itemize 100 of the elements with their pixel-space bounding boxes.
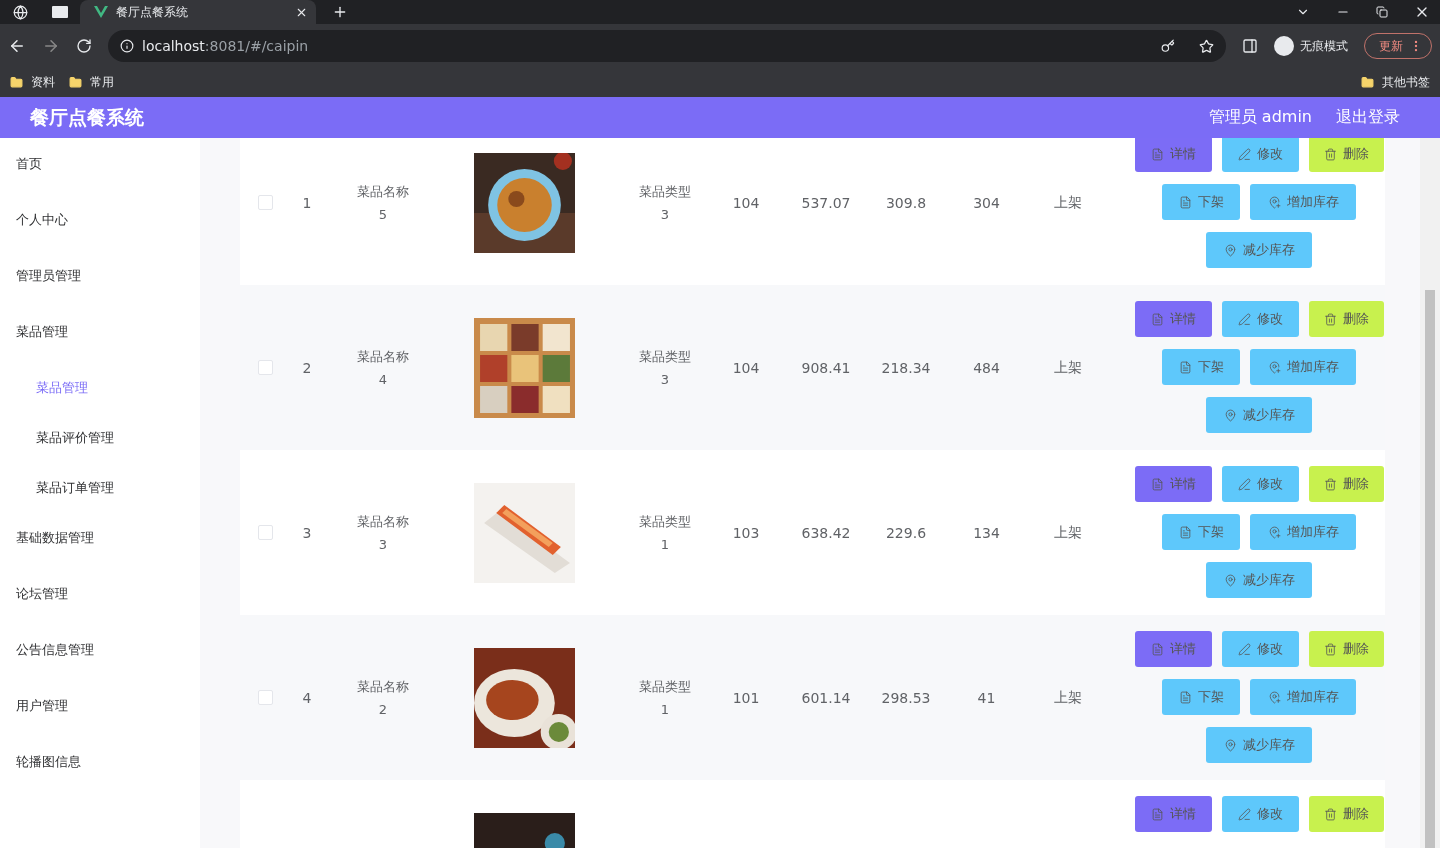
document-icon xyxy=(1150,477,1164,491)
edit-button[interactable]: 修改 xyxy=(1221,466,1299,502)
pencil-icon xyxy=(1237,642,1251,656)
bookmark[interactable]: 资料 xyxy=(10,74,55,91)
menu-item[interactable]: 菜品管理 xyxy=(0,324,200,380)
folder-icon xyxy=(10,76,23,89)
submenu-item[interactable]: 菜品订单管理 xyxy=(0,480,200,530)
table-cell-text: 309.8 xyxy=(884,194,928,211)
pin-plus-icon xyxy=(1267,195,1281,209)
pin-icon xyxy=(1223,243,1237,257)
table-cell-text: 484 xyxy=(972,359,1001,376)
bookmark[interactable]: 常用 xyxy=(69,74,114,91)
dish-type-value: 3 xyxy=(660,207,670,222)
edit-button[interactable]: 修改 xyxy=(1221,301,1299,337)
delete-button[interactable]: 删除 xyxy=(1308,301,1384,337)
table-cell-text: 601.14 xyxy=(800,689,852,706)
scrollbar[interactable] xyxy=(1420,138,1440,848)
dish-name-value: 5 xyxy=(378,207,388,222)
menu-item[interactable]: 管理员管理 xyxy=(0,268,200,324)
delete-button[interactable]: 删除 xyxy=(1308,466,1384,502)
table-cell-text: 304 xyxy=(972,194,1001,211)
row-checkbox[interactable] xyxy=(257,360,273,375)
star-icon[interactable] xyxy=(1199,38,1214,54)
add-stock-button[interactable]: 增加库存 xyxy=(1250,679,1356,715)
pencil-icon xyxy=(1237,807,1251,821)
add-stock-button[interactable]: 增加库存 xyxy=(1250,349,1356,385)
dish-type-label: 菜品类型 xyxy=(639,513,691,531)
table-cell-text: 908.41 xyxy=(800,359,852,376)
trash-icon xyxy=(1323,312,1337,326)
table-cell-text: 134 xyxy=(972,524,1001,541)
edit-button[interactable]: 修改 xyxy=(1221,796,1299,832)
side-panel-icon[interactable] xyxy=(1242,38,1258,54)
reduce-stock-button[interactable]: 减少库存 xyxy=(1206,727,1312,763)
add-stock-button[interactable]: 增加库存 xyxy=(1250,514,1356,550)
dish-name-label: 菜品名称 xyxy=(357,183,409,201)
menu-item[interactable]: 论坛管理 xyxy=(0,586,200,642)
dish-type-label: 菜品类型 xyxy=(639,183,691,201)
forward-icon[interactable] xyxy=(42,37,60,55)
delete-button[interactable]: 删除 xyxy=(1308,138,1384,172)
browser-tab[interactable]: 餐厅点餐系统 xyxy=(80,0,316,24)
pin-icon xyxy=(1223,573,1237,587)
dish-name-value: 3 xyxy=(378,537,388,552)
address-field[interactable]: localhost:8081/#/caipin xyxy=(108,30,1226,62)
shelf-button[interactable]: 下架 xyxy=(1162,679,1240,715)
shelf-button[interactable]: 下架 xyxy=(1162,349,1240,385)
reduce-stock-button[interactable]: 减少库存 xyxy=(1206,562,1312,598)
shelf-button[interactable]: 下架 xyxy=(1162,184,1240,220)
logout-link[interactable]: 退出登录 xyxy=(1336,107,1400,128)
globe-icon[interactable] xyxy=(12,4,28,20)
reduce-stock-button[interactable]: 减少库存 xyxy=(1206,397,1312,433)
submenu-item[interactable]: 菜品评价管理 xyxy=(0,430,200,480)
pin-plus-icon xyxy=(1267,525,1281,539)
info-icon[interactable] xyxy=(120,39,134,53)
menu-item[interactable]: 用户管理 xyxy=(0,698,200,754)
document-icon xyxy=(1150,807,1164,821)
trash-icon xyxy=(1323,147,1337,161)
delete-button[interactable]: 删除 xyxy=(1308,631,1384,667)
menu-item[interactable]: 个人中心 xyxy=(0,212,200,268)
pencil-icon xyxy=(1237,312,1251,326)
reduce-stock-button[interactable]: 减少库存 xyxy=(1206,232,1312,268)
reload-icon[interactable] xyxy=(76,38,92,54)
bookmark[interactable]: 其他书签 xyxy=(1361,74,1430,91)
table-cell-text: 2 xyxy=(301,359,313,376)
submenu-item[interactable]: 菜品管理 xyxy=(0,380,200,430)
user-name: 管理员 admin xyxy=(1208,107,1312,128)
edit-button[interactable]: 修改 xyxy=(1221,631,1299,667)
menu-item[interactable]: 公告信息管理 xyxy=(0,642,200,698)
folder-icon xyxy=(1361,76,1374,89)
table-cell-text: 103 xyxy=(731,524,761,541)
table-cell-text: 3 xyxy=(301,524,313,541)
dish-type-value: 3 xyxy=(660,372,670,387)
incognito-label: 无痕模式 xyxy=(1300,37,1348,55)
menu-item[interactable]: 轮播图信息 xyxy=(0,754,200,810)
table-cell-text: 229.6 xyxy=(884,524,928,541)
add-stock-button[interactable]: 增加库存 xyxy=(1250,184,1356,220)
dish-name-label: 菜品名称 xyxy=(357,348,409,366)
dish-name-value: 2 xyxy=(378,702,388,717)
menu-item[interactable]: 首页 xyxy=(0,156,200,212)
table-cell-text: 101 xyxy=(731,689,761,706)
restore-icon[interactable] xyxy=(1376,6,1388,18)
row-checkbox[interactable] xyxy=(257,690,273,705)
folder-icon xyxy=(69,76,82,89)
row-checkbox[interactable] xyxy=(257,195,273,210)
document-icon xyxy=(1150,642,1164,656)
menu-item[interactable]: 基础数据管理 xyxy=(0,530,200,586)
key-icon[interactable] xyxy=(1161,39,1175,53)
dish-name-label: 菜品名称 xyxy=(357,513,409,531)
shelf-button[interactable]: 下架 xyxy=(1162,514,1240,550)
trash-icon xyxy=(1323,807,1337,821)
row-checkbox[interactable] xyxy=(257,525,273,540)
new-tab-icon[interactable] xyxy=(332,4,348,20)
delete-button[interactable]: 删除 xyxy=(1308,796,1384,832)
dish-name-value: 4 xyxy=(378,372,388,387)
dish-type-value: 1 xyxy=(660,537,670,552)
table-cell-text: 298.53 xyxy=(880,689,932,706)
table-cell-text: 上架 xyxy=(1052,193,1083,212)
app-title: 餐厅点餐系统 xyxy=(30,104,145,130)
dish-name-label: 菜品名称 xyxy=(357,678,409,696)
edit-button[interactable]: 修改 xyxy=(1221,138,1299,172)
back-icon[interactable] xyxy=(8,37,26,55)
